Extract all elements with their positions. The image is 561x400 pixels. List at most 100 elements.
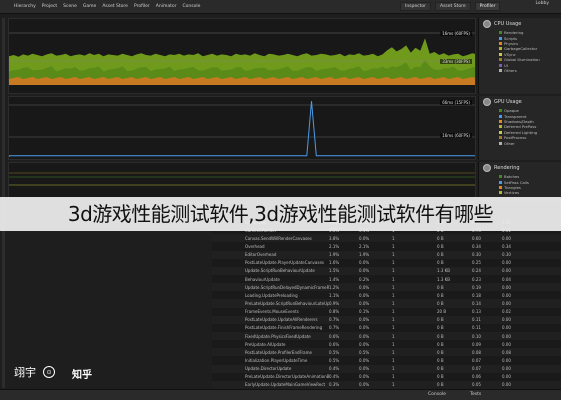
cpu-usage-title: CPU Usage — [494, 21, 522, 27]
cell-self-ms: 0.00 — [502, 357, 511, 363]
table-row[interactable]: FixedUpdate.PhysicsFixedUpdate 0.6% 0.0% 1 0… — [212, 331, 561, 341]
table-row[interactable]: Overhead 2.1% 2.1% 1 0 B 0.34 0.34 — [212, 242, 561, 251]
cell-gc: 1.3 KB — [437, 276, 450, 282]
legend-item[interactable]: Others — [499, 68, 557, 73]
cell-gc: 0 B — [437, 243, 444, 249]
cell-self: 0.0% — [359, 333, 370, 339]
gpu-usage-header[interactable]: GPU Usage — [479, 96, 561, 108]
tab-profiler[interactable]: Profiler — [134, 4, 150, 9]
cpu-usage-header[interactable]: CPU Usage — [479, 18, 561, 30]
right-tab-profiler[interactable]: Profiler — [474, 2, 501, 11]
cell-self: 0.1% — [359, 309, 370, 315]
cell-total: 1.4% — [329, 276, 340, 282]
tab-scene[interactable]: Scene — [63, 4, 77, 9]
table-row[interactable]: Loading.UpdatePreloading 1.1% 0.0% 1 0 B 0.18… — [212, 291, 561, 300]
cell-self-ms: 0.34 — [502, 243, 511, 249]
cell-name: FrameEvents.MouseEvents — [245, 309, 299, 315]
cell-gc: 0 B — [437, 382, 444, 388]
legend-swatch — [499, 52, 502, 56]
cell-gc: 0 B — [437, 366, 444, 372]
table-row[interactable]: PostLateUpdate.ProfilerEndFrame 0.5% 0.5% 1… — [212, 348, 561, 357]
cell-calls: 1 — [392, 357, 395, 363]
lobby-label[interactable]: Lobby — [535, 1, 549, 6]
cell-time-ms: 0.60 — [472, 235, 481, 241]
legend-label: GarbageCollector — [504, 46, 538, 52]
cell-self-ms: 0.00 — [502, 382, 511, 388]
legend-swatch — [499, 36, 502, 40]
legend-swatch — [499, 119, 502, 123]
cell-self: 0.0% — [359, 374, 370, 380]
cell-calls: 1 — [392, 333, 395, 339]
cell-self: 1.9% — [359, 252, 370, 258]
table-row[interactable]: PreLateUpdate.ScriptRunBehaviourLateUpda… — [212, 299, 561, 308]
cell-self: 0.0% — [359, 292, 370, 298]
table-row[interactable]: Canvas.SendWillRenderCanvases 3.8% 0.0% 1 0 … — [212, 234, 561, 243]
legend-label: Batches — [504, 174, 520, 180]
cell-calls: 1 — [392, 325, 395, 331]
cell-total: 1.1% — [329, 292, 340, 298]
console-tab[interactable]: Console — [428, 392, 446, 397]
table-row[interactable]: PostLateUpdate.UpdateAllRenderers 0.7% 0.0… — [212, 315, 561, 324]
top-bar: Hierarchy Project Scene Game Asset Store Prof… — [0, 0, 561, 14]
cell-name: PreUpdate.AIUpdate — [245, 341, 286, 347]
table-row[interactable]: PostLateUpdate.PlayerUpdateCanvases 1.6% 0… — [212, 258, 561, 267]
cell-calls: 1 — [392, 243, 395, 249]
table-row[interactable]: BehaviourUpdate 1.4% 0.2% 1 1.3 KB 0.23 0.04 — [212, 274, 561, 284]
right-tab-asset-store[interactable]: Asset Store — [435, 2, 471, 11]
cell-total: 0.8% — [329, 309, 340, 315]
table-row[interactable]: Update.ScriptRunBehaviourUpdate 1.5% 0.0% 1… — [212, 266, 561, 275]
tab-hierarchy[interactable]: Hierarchy — [14, 4, 36, 9]
table-row[interactable]: PostLateUpdate.FinishFrameRendering 0.7% 0… — [212, 323, 561, 332]
cell-calls: 1 — [392, 235, 395, 241]
cell-calls: 1 — [392, 349, 395, 355]
legend-label: Vertices — [504, 190, 520, 196]
table-row[interactable]: Initialization.PlayerUpdateTime 0.5% 0.0% 1… — [212, 356, 561, 365]
gpu-marker-top: 66ms (15FPS) — [440, 100, 472, 105]
cell-self-ms: 0.00 — [502, 268, 511, 274]
cpu-icon — [483, 20, 491, 28]
cell-self: 0.0% — [359, 366, 370, 372]
legend-label: Deferred Lighting — [504, 129, 538, 135]
tab-animator[interactable]: Animator — [156, 4, 177, 9]
rendering-chart[interactable] — [8, 162, 476, 202]
table-row[interactable]: EarlyUpdate.UpdateMainGameViewRect 0.3% 0.… — [212, 380, 561, 389]
cell-name: FixedUpdate.PhysicsFixedUpdate — [245, 333, 311, 339]
cell-gc: 0 B — [437, 284, 444, 290]
cell-name: Update.ScriptRunBehaviourUpdate — [245, 268, 315, 274]
cell-self-ms: 0.00 — [502, 292, 511, 298]
legend-item[interactable]: Other — [499, 140, 557, 146]
cell-time-ms: 0.05 — [472, 382, 481, 388]
tab-game[interactable]: Game — [83, 4, 96, 9]
tab-project[interactable]: Project — [42, 4, 57, 9]
legend-label: Triangles — [504, 184, 521, 190]
cell-self: 0.0% — [359, 341, 370, 347]
cell-calls: 1 — [392, 317, 395, 323]
cpu-usage-chart[interactable]: 16ms (60FPS) 33ms (30FPS) — [8, 18, 476, 94]
table-row[interactable]: EditorOverhead 1.9% 1.9% 1 0 B 0.30 0.30 — [212, 250, 561, 259]
rendering-header[interactable]: Rendering — [479, 162, 561, 174]
gpu-usage-chart[interactable]: 66ms (15FPS) 16ms (60FPS) — [8, 96, 476, 160]
table-row[interactable]: PreLateUpdate.DirectorUpdateAnimationBeg… — [212, 372, 561, 381]
legend-label: Scripts — [504, 35, 517, 41]
legend-item[interactable]: Vertices — [499, 190, 557, 195]
cell-total: 0.6% — [329, 333, 340, 339]
cpu-legend: Rendering Scripts Physics GarbageCollector V… — [479, 30, 561, 73]
tab-console[interactable]: Console — [182, 4, 200, 9]
table-row[interactable]: FrameEvents.MouseEvents 0.8% 0.1% 1 20 B 0.13… — [212, 307, 561, 316]
cell-name: EarlyUpdate.UpdateMainGameViewRect — [245, 382, 326, 388]
tab-asset-store[interactable]: Asset Store — [102, 4, 128, 9]
right-tab-inspector[interactable]: Inspector — [400, 2, 431, 11]
tests-tab[interactable]: Tests — [470, 392, 481, 397]
legend-swatch — [499, 63, 502, 67]
legend-label: Rendering — [504, 30, 524, 36]
table-row[interactable]: Update.ScriptRunDelayedDynamicFrameRate 1… — [212, 283, 561, 292]
cell-calls: 1 — [392, 276, 395, 282]
cpu-usage-graph — [9, 32, 475, 85]
cell-gc: 0 B — [437, 349, 444, 355]
cell-time-ms: 0.18 — [472, 292, 481, 298]
legend-swatch — [499, 114, 502, 118]
table-row[interactable]: PreUpdate.AIUpdate 0.6% 0.0% 1 0 B 0.09 0.00 — [212, 340, 561, 349]
cell-calls: 1 — [392, 309, 395, 315]
table-row[interactable]: Update.DirectorUpdate 0.4% 0.0% 1 0 B 0.07 0.0… — [212, 364, 561, 373]
legend-swatch — [499, 191, 502, 195]
